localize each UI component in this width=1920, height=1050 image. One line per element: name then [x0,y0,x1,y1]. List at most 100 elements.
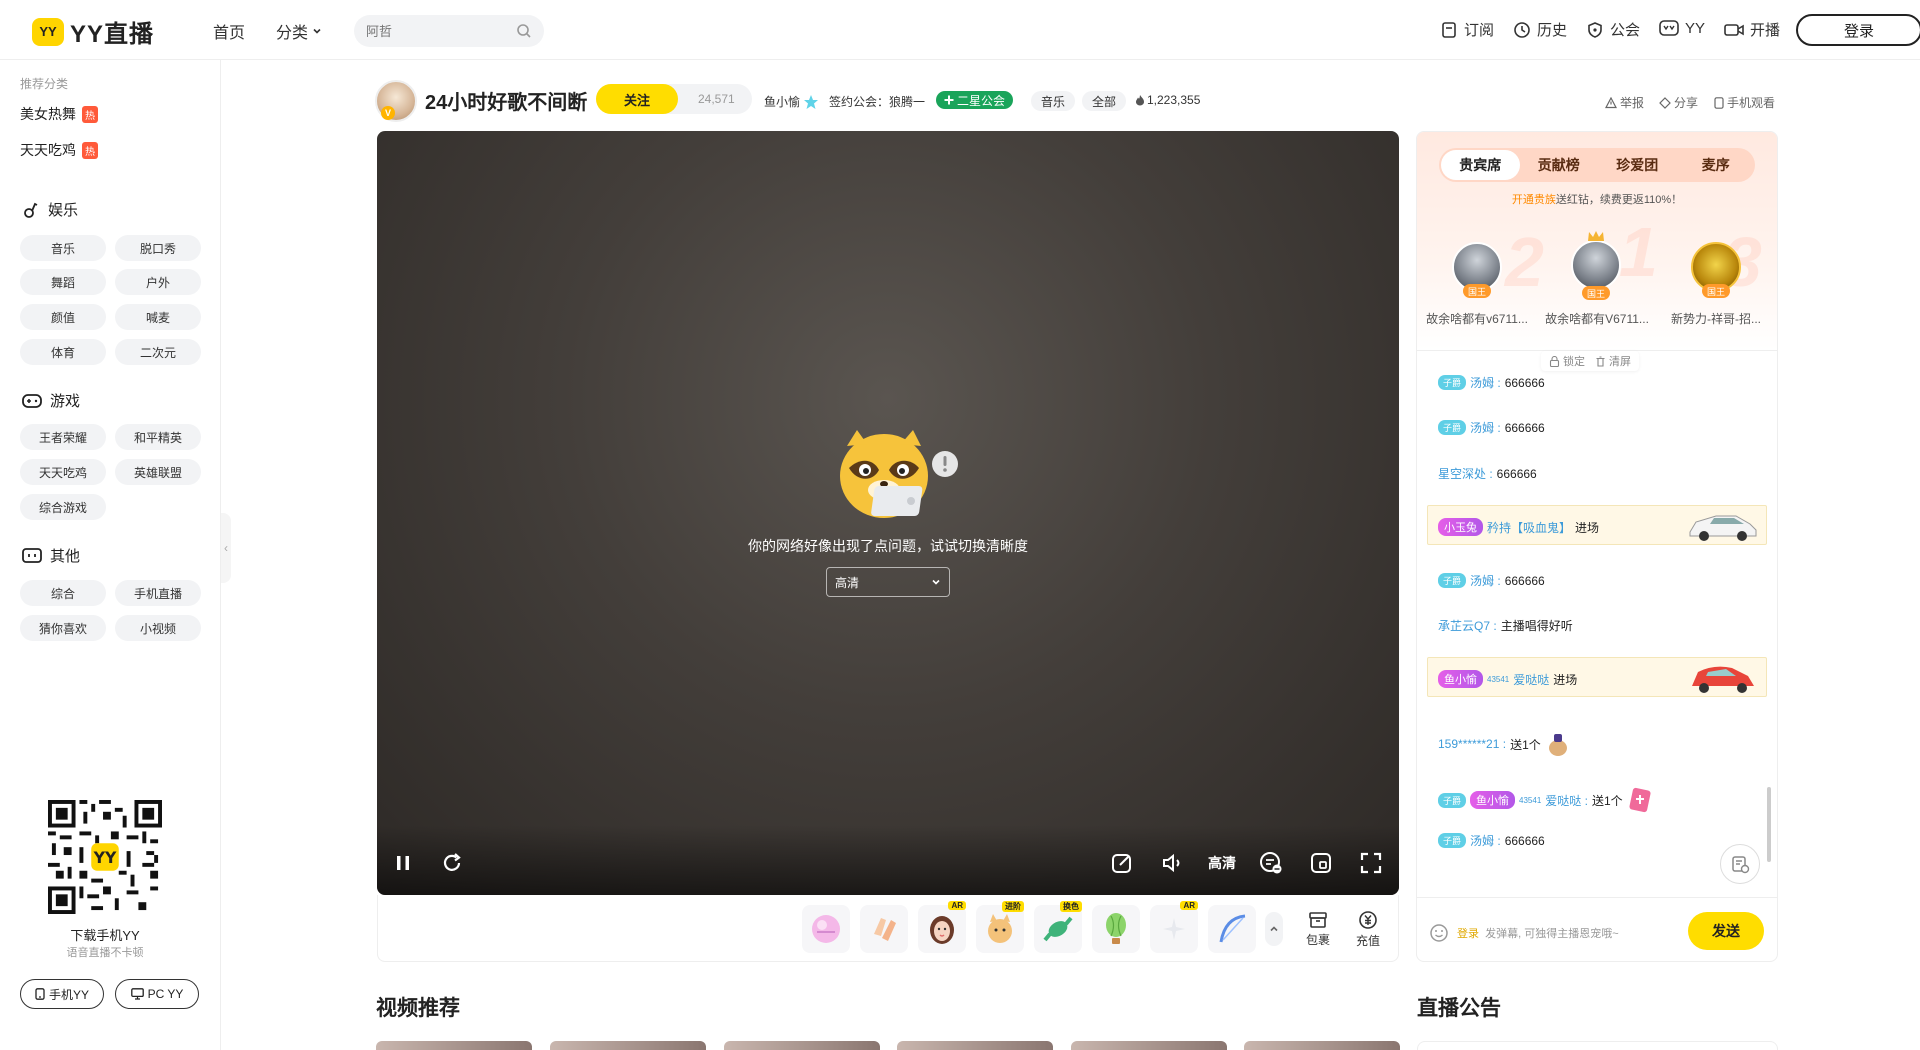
chat-nickname[interactable]: 汤姆 : [1470,572,1501,589]
pause-button[interactable] [389,849,417,877]
gift-girl-avatar-icon [930,916,954,944]
tab-contribution[interactable]: 贡献榜 [1520,150,1599,180]
pc-yy-button[interactable]: PC YY [115,979,199,1009]
vip-name[interactable]: 新势力-祥哥-招... [1660,310,1772,327]
vip-avatar[interactable] [1571,240,1621,290]
chat-nickname[interactable]: 矜持【吸血鬼】 [1487,519,1571,536]
chat-input[interactable]: 登录 发弹幕, 可独得主播恩宠哦~ [1457,925,1619,941]
nav-category[interactable]: 分类 [276,19,322,43]
chat-nickname[interactable]: 159******21 : [1438,737,1506,751]
gift-scroll-up-button[interactable] [1265,912,1283,946]
tab-vip-seats[interactable]: 贵宾席 [1441,150,1520,180]
quality-button[interactable]: 高清 [1200,849,1244,877]
category-pill[interactable]: 舞蹈 [20,269,106,295]
gift-item[interactable] [860,905,908,953]
lock-button[interactable]: 锁定 [1549,353,1585,369]
header-guild[interactable]: 公会 [1586,19,1640,40]
header-yy[interactable]: YY [1659,19,1705,37]
danmaku-edit-button[interactable] [1108,849,1136,877]
tab-mic-queue[interactable]: 麦序 [1677,150,1756,180]
recommend-item-chicken[interactable]: 天天吃鸡 热 [20,140,98,160]
gift-item[interactable] [1208,905,1256,953]
refresh-button[interactable] [438,849,466,877]
fullscreen-button[interactable] [1357,849,1385,877]
vip-name[interactable]: 故余啥都有v6711... [1421,310,1533,327]
chat-nickname[interactable]: 汤姆 : [1470,832,1501,849]
video-thumbnail[interactable] [1071,1041,1227,1050]
video-thumbnail[interactable] [550,1041,706,1050]
category-pill[interactable]: 天天吃鸡 [20,459,106,485]
category-pill[interactable]: 脱口秀 [115,235,201,261]
chat-nickname[interactable]: 星空深处 : [1438,465,1493,482]
sidebar-collapse-handle[interactable]: ‹ [221,513,231,583]
category-pill[interactable]: 猜你喜欢 [20,615,106,641]
gift-item[interactable] [802,905,850,953]
mobile-watch-link[interactable]: 手机观看 [1714,94,1775,111]
chat-nickname[interactable]: 汤姆 : [1470,419,1501,436]
header-history[interactable]: 历史 [1513,19,1567,40]
bag-button[interactable]: 包裹 [1296,905,1340,953]
header-subscribe[interactable]: 订阅 [1440,19,1494,40]
guild-info[interactable]: 签约公会：狼腾一 [829,93,925,110]
clear-button[interactable]: 清屏 [1595,353,1631,369]
danmaku-toggle-button[interactable] [1257,849,1285,877]
recommend-item-dance[interactable]: 美女热舞 热 [20,104,98,124]
report-link[interactable]: 举报 [1605,94,1644,111]
category-pill[interactable]: 户外 [115,269,201,295]
category-pill[interactable]: 颜值 [20,304,106,330]
follow-button[interactable]: 关注 [596,84,678,114]
category-pill[interactable]: 综合游戏 [20,494,106,520]
star-guild-tag[interactable]: 二星公会 [936,91,1014,109]
theater-mode-button[interactable] [1307,849,1335,877]
chat-settings-icon [1732,856,1750,874]
vip-name[interactable]: 故余啥都有V6711... [1541,310,1653,327]
anchor-name-row[interactable]: 鱼小愉 [764,93,819,110]
category-pill[interactable]: 小视频 [115,615,201,641]
gift-item[interactable]: 进阶 [976,901,1024,953]
search-input[interactable] [366,23,516,39]
search-icon[interactable] [516,23,532,39]
category-pill[interactable]: 和平精英 [115,424,201,450]
quality-select[interactable]: 高清 [826,567,950,597]
yy-logo[interactable]: YY YY直播 [32,14,154,49]
vip-promo[interactable]: 开通贵族送红钻，续费更返110%！ [1417,191,1777,207]
search-box[interactable] [354,15,544,47]
video-thumbnail[interactable] [1244,1041,1400,1050]
video-thumbnail[interactable] [376,1041,532,1050]
header-start-live[interactable]: 开播 [1724,19,1780,40]
video-thumbnail[interactable] [897,1041,1053,1050]
chat-scrollbar[interactable] [1767,787,1771,862]
share-link[interactable]: 分享 [1659,94,1698,111]
chat-nickname[interactable]: 爱哒哒 : [1545,792,1588,809]
video-thumbnail[interactable] [724,1041,880,1050]
chat-nickname[interactable]: 承芷云Q7 : [1438,617,1497,634]
chat-nickname[interactable]: 爱哒哒 [1513,671,1549,688]
category-pill[interactable]: 二次元 [115,339,201,365]
category-pill[interactable]: 音乐 [20,235,106,261]
recharge-button[interactable]: 充值 [1346,905,1390,953]
category-pill[interactable]: 英雄联盟 [115,459,201,485]
category-pill[interactable]: 王者荣耀 [20,424,106,450]
gift-item[interactable] [1092,905,1140,953]
nav-home[interactable]: 首页 [213,19,245,43]
category-pill[interactable]: 手机直播 [115,580,201,606]
login-button[interactable]: 登录 [1796,14,1920,46]
room-tag-all[interactable]: 全部 [1082,91,1127,111]
chat-settings-button[interactable] [1720,844,1760,884]
emoji-icon[interactable] [1429,923,1449,943]
chat-nickname[interactable]: 汤姆 : [1470,374,1501,391]
gift-item[interactable]: AR [1150,901,1198,953]
category-pill[interactable]: 综合 [20,580,106,606]
category-pill[interactable]: 喊麦 [115,304,201,330]
gift-item[interactable]: AR [918,901,966,953]
tab-fan-club[interactable]: 珍爱团 [1598,150,1677,180]
volume-button[interactable] [1158,849,1186,877]
chat-login-link[interactable]: 登录 [1457,928,1479,940]
category-pill[interactable]: 体育 [20,339,106,365]
send-button[interactable]: 发送 [1688,912,1764,950]
gift-item[interactable]: 换色 [1034,901,1082,953]
room-tag-music[interactable]: 音乐 [1031,91,1076,111]
anchor-avatar[interactable]: V [375,80,417,122]
video-player[interactable]: 你的网络好像出现了点问题，试试切换清晰度 高清 高清 [377,131,1399,895]
mobile-yy-button[interactable]: 手机YY [20,979,104,1009]
